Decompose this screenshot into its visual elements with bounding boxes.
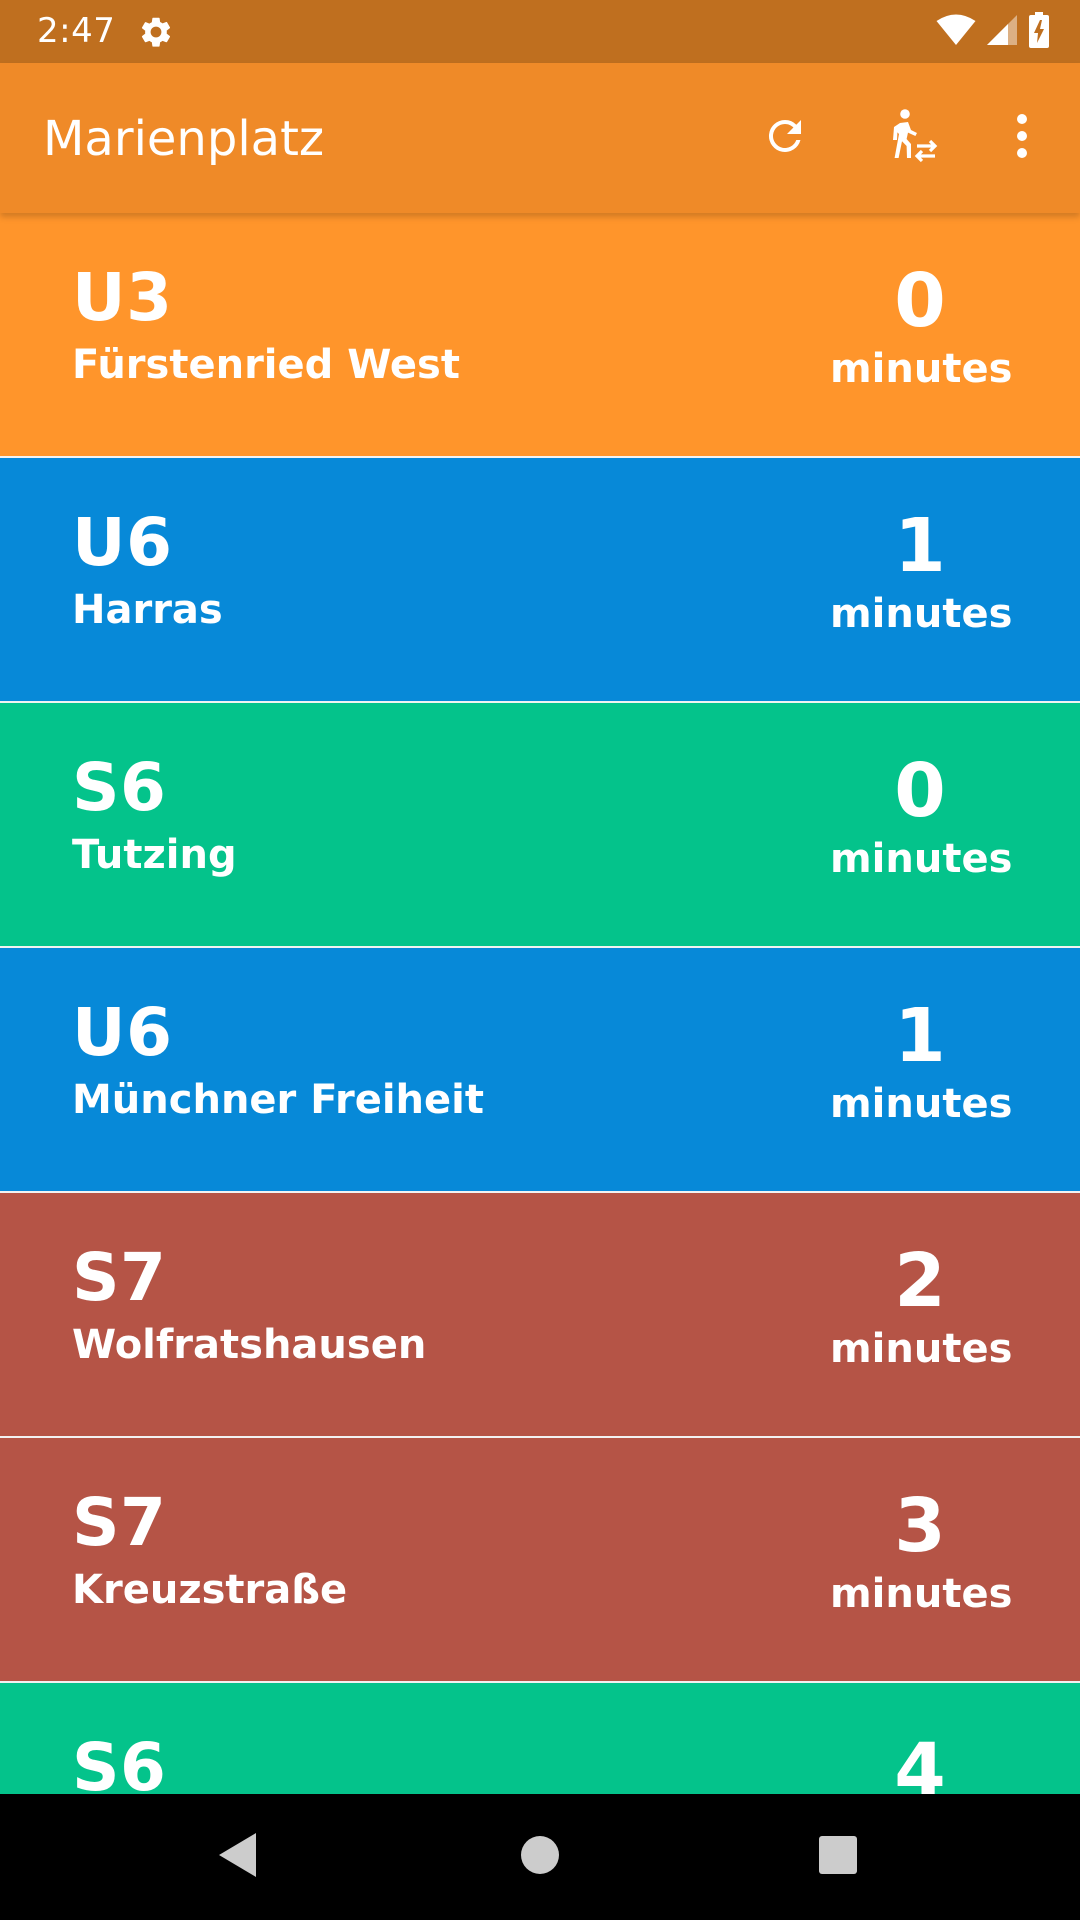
- destination-label: Harras: [72, 587, 223, 633]
- recents-button[interactable]: [808, 1827, 868, 1887]
- gear-icon: [138, 14, 174, 50]
- destination-label: Münchner Freiheit: [72, 1077, 484, 1123]
- status-time: 2:47: [37, 11, 116, 51]
- departure-list[interactable]: U3 Fürstenried West 0 minutes U6 Harras 1 minut…: [0, 213, 1080, 1794]
- wifi-icon: [936, 14, 976, 50]
- screen: 2:47 Marienplatz U3 Fürstenried West 0 m…: [0, 0, 1080, 1920]
- destination-label: Wolfratshausen: [72, 1322, 427, 1368]
- departure-countdown: 3 minutes: [830, 1483, 1013, 1618]
- departure-countdown: 1 minutes: [830, 503, 1013, 638]
- status-bar: 2:47: [0, 0, 1080, 63]
- minutes-unit: minutes: [830, 1571, 1013, 1617]
- minutes-value: 0: [894, 748, 946, 834]
- walk-transfer-icon: [881, 106, 941, 170]
- minutes-unit: minutes: [830, 1326, 1013, 1372]
- departure-row[interactable]: S7 Wolfratshausen 2 minutes: [0, 1193, 1080, 1436]
- back-button[interactable]: [208, 1827, 268, 1887]
- battery-charging-icon: [1028, 12, 1050, 52]
- departure-countdown: 1 minutes: [830, 993, 1013, 1128]
- home-button[interactable]: [510, 1827, 570, 1887]
- line-label: S7: [72, 1484, 167, 1561]
- minutes-unit: minutes: [830, 836, 1013, 882]
- minutes-unit: minutes: [830, 346, 1013, 392]
- minutes-value: 3: [894, 1483, 946, 1569]
- back-icon: [216, 1831, 260, 1883]
- departure-row[interactable]: S6 Tutzing 0 minutes: [0, 703, 1080, 946]
- status-icons: [936, 12, 1050, 52]
- app-bar: Marienplatz: [0, 63, 1080, 213]
- departure-row[interactable]: S6 4: [0, 1683, 1080, 1794]
- departure-countdown: 2 minutes: [830, 1238, 1013, 1373]
- line-label: U3: [72, 259, 173, 336]
- minutes-value: 1: [894, 993, 946, 1079]
- departure-row[interactable]: U6 Münchner Freiheit 1 minutes: [0, 948, 1080, 1191]
- departure-countdown: 0 minutes: [830, 258, 1013, 393]
- navigation-bar: [0, 1794, 1080, 1920]
- minutes-unit: minutes: [830, 1081, 1013, 1127]
- minutes-value: 2: [894, 1238, 946, 1324]
- more-vert-icon: [1016, 114, 1028, 162]
- destination-label: Tutzing: [72, 832, 237, 878]
- minutes-value: 0: [894, 258, 946, 344]
- destination-label: Fürstenried West: [72, 342, 460, 388]
- destination-label: Kreuzstraße: [72, 1567, 348, 1613]
- refresh-icon: [761, 112, 809, 164]
- minutes-unit: minutes: [830, 591, 1013, 637]
- home-icon: [520, 1835, 560, 1879]
- refresh-button[interactable]: [750, 103, 820, 173]
- departure-countdown: 4: [830, 1733, 1010, 1794]
- walk-transfer-button[interactable]: [876, 103, 946, 173]
- line-label: U6: [72, 994, 173, 1071]
- departure-row[interactable]: S7 Kreuzstraße 3 minutes: [0, 1438, 1080, 1681]
- line-label: S6: [72, 1729, 167, 1795]
- more-options-button[interactable]: [990, 103, 1054, 173]
- minutes-value: 4: [894, 1728, 946, 1794]
- line-label: U6: [72, 504, 173, 581]
- departure-countdown: 0 minutes: [830, 748, 1013, 883]
- departure-row[interactable]: U6 Harras 1 minutes: [0, 458, 1080, 701]
- signal-icon: [986, 14, 1018, 50]
- minutes-value: 1: [894, 503, 946, 589]
- line-label: S6: [72, 749, 167, 826]
- page-title: Marienplatz: [43, 111, 325, 167]
- line-label: S7: [72, 1239, 167, 1316]
- recents-icon: [818, 1835, 858, 1879]
- departure-row[interactable]: U3 Fürstenried West 0 minutes: [0, 213, 1080, 456]
